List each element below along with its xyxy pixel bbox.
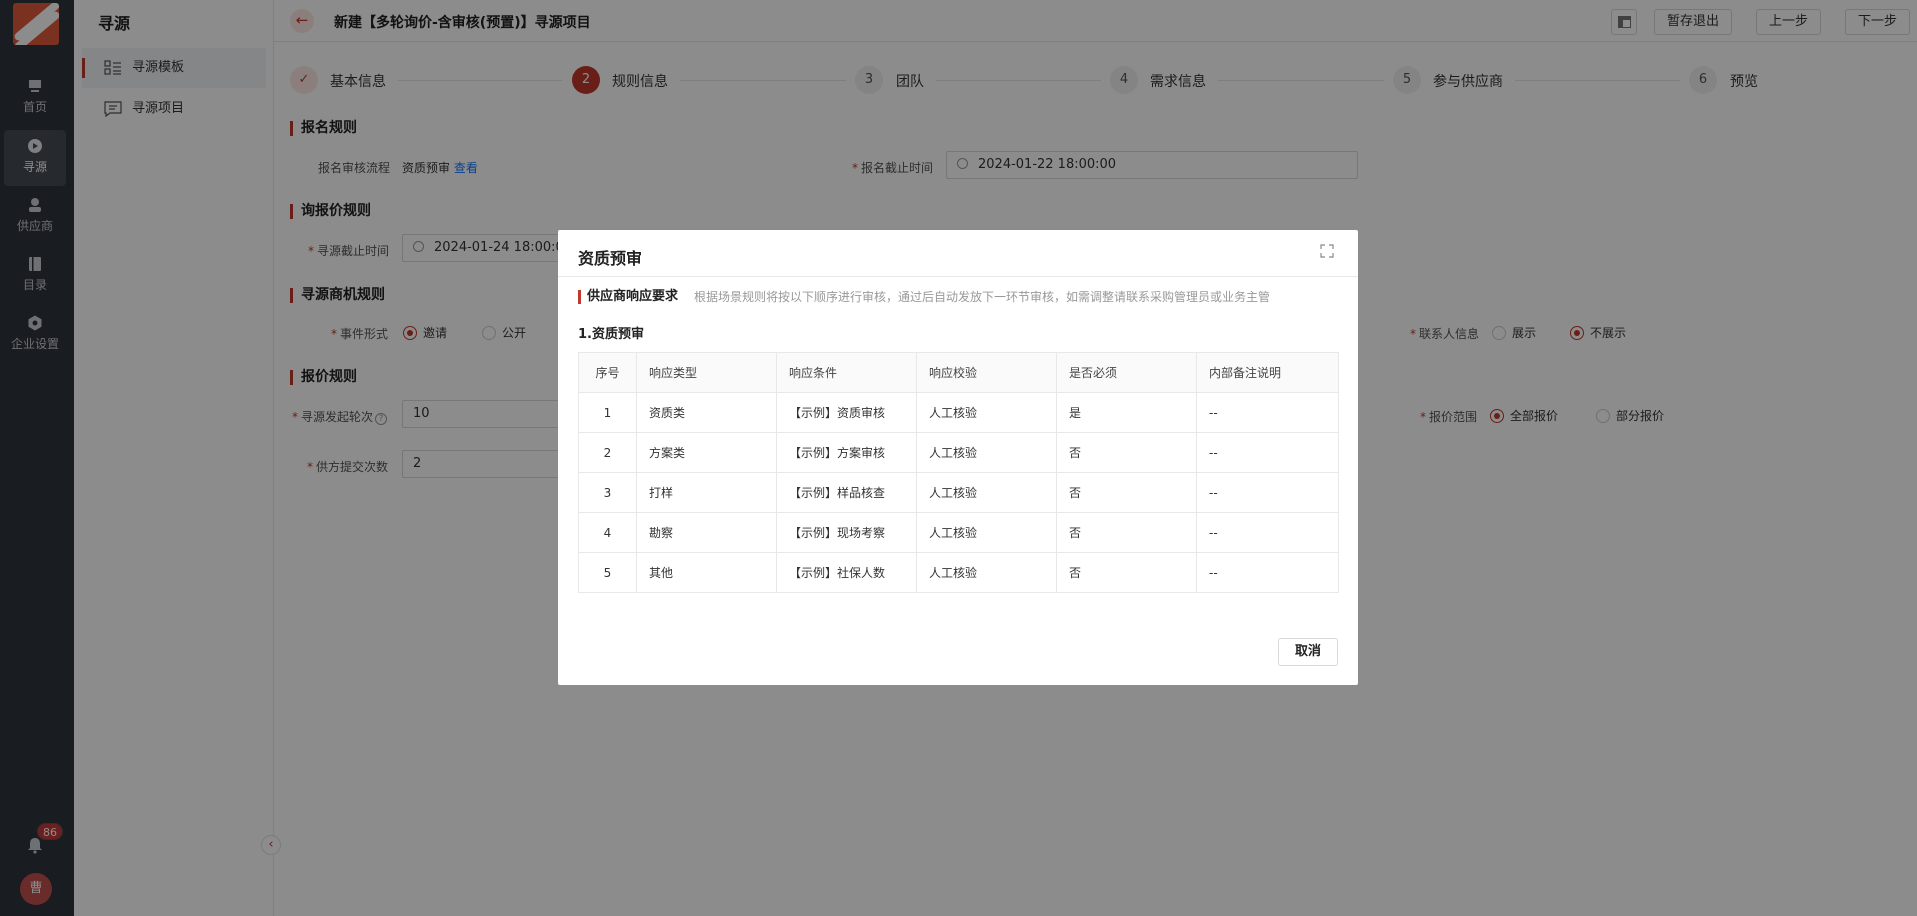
column-header: 是否必须: [1056, 352, 1197, 393]
table-cell: 【示例】资质审核: [776, 392, 917, 433]
table-cell: 勘察: [636, 512, 777, 553]
table-cell: 打样: [636, 472, 777, 513]
table-cell: 否: [1056, 432, 1197, 473]
requirement-description: 根据场景规则将按以下顺序进行审核，通过后自动发放下一环节审核，如需调整请联系采购…: [694, 290, 1271, 304]
column-header: 内部备注说明: [1196, 352, 1339, 393]
table-cell: 人工核验: [916, 552, 1057, 593]
table-cell: 【示例】社保人数: [776, 552, 917, 593]
table-cell: 人工核验: [916, 472, 1057, 513]
table-cell: 其他: [636, 552, 777, 593]
table-cell: 否: [1056, 512, 1197, 553]
modal-divider: [558, 276, 1358, 277]
table-row: 1 资质类 【示例】资质审核 人工核验 是 --: [578, 392, 1339, 433]
table-cell: 人工核验: [916, 512, 1057, 553]
table-cell: 【示例】现场考察: [776, 512, 917, 553]
fullscreen-icon[interactable]: [1320, 244, 1334, 258]
stage-subtitle: 1.资质预审: [578, 327, 644, 342]
table-cell: 1: [578, 392, 637, 433]
column-header: 响应条件: [776, 352, 917, 393]
table-cell: --: [1196, 512, 1339, 553]
table-cell: 是: [1056, 392, 1197, 433]
response-requirements-table: 序号 响应类型 响应条件 响应校验 是否必须 内部备注说明 1 资质类 【示例】…: [578, 352, 1339, 593]
column-header: 响应类型: [636, 352, 777, 393]
table-cell: --: [1196, 552, 1339, 593]
table-cell: 人工核验: [916, 392, 1057, 433]
table-cell: 【示例】方案审核: [776, 432, 917, 473]
table-cell: 5: [578, 552, 637, 593]
table-row: 5 其他 【示例】社保人数 人工核验 否 --: [578, 552, 1339, 593]
table-cell: --: [1196, 392, 1339, 433]
table-row: 4 勘察 【示例】现场考察 人工核验 否 --: [578, 512, 1339, 553]
column-header: 响应校验: [916, 352, 1057, 393]
table-cell: 4: [578, 512, 637, 553]
table-cell: --: [1196, 472, 1339, 513]
column-header: 序号: [578, 352, 637, 393]
table-cell: --: [1196, 432, 1339, 473]
table-cell: 否: [1056, 472, 1197, 513]
table-cell: 【示例】样品核查: [776, 472, 917, 513]
table-cell: 人工核验: [916, 432, 1057, 473]
table-cell: 资质类: [636, 392, 777, 433]
modal-title: 资质预审: [578, 249, 643, 268]
requirement-title: 供应商响应要求: [578, 290, 678, 304]
table-cell: 方案类: [636, 432, 777, 473]
table-cell: 3: [578, 472, 637, 513]
table-row: 3 打样 【示例】样品核查 人工核验 否 --: [578, 472, 1339, 513]
table-row: 2 方案类 【示例】方案审核 人工核验 否 --: [578, 432, 1339, 473]
cancel-button[interactable]: 取消: [1277, 638, 1338, 666]
qualification-review-modal: 资质预审 供应商响应要求 根据场景规则将按以下顺序进行审核，通过后自动发放下一环…: [558, 230, 1358, 685]
table-cell: 2: [578, 432, 637, 473]
table-cell: 否: [1056, 552, 1197, 593]
table-header-row: 序号 响应类型 响应条件 响应校验 是否必须 内部备注说明: [578, 352, 1339, 393]
